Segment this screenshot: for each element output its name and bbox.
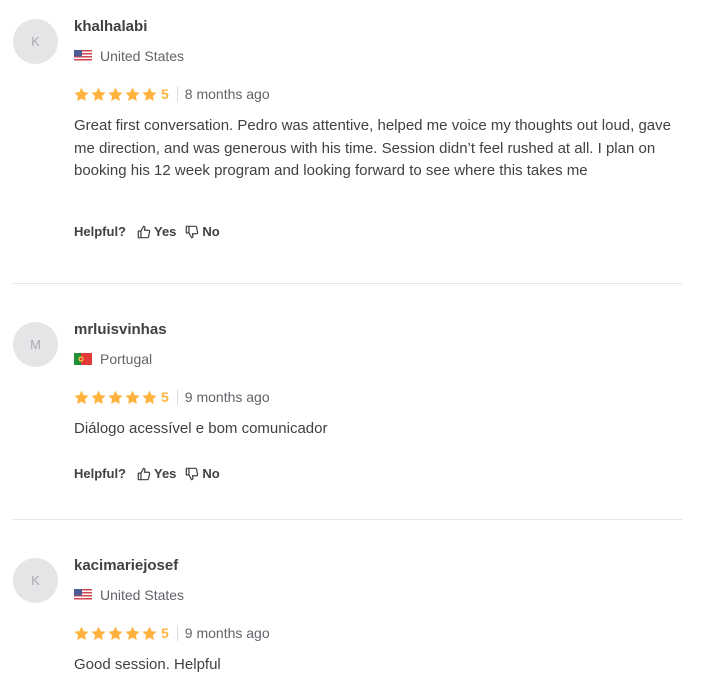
star-rating bbox=[74, 390, 157, 405]
star-icon bbox=[125, 87, 140, 102]
star-icon bbox=[108, 390, 123, 405]
rating-score: 5 bbox=[161, 625, 169, 641]
reviewer-username[interactable]: khalhalabi bbox=[74, 18, 147, 35]
star-icon bbox=[74, 390, 89, 405]
us-flag-icon bbox=[74, 589, 92, 601]
reviewer-country: Portugal bbox=[74, 351, 152, 367]
yes-label: Yes bbox=[154, 224, 177, 239]
review-text: Great first conversation. Pedro was atte… bbox=[74, 117, 671, 179]
avatar[interactable]: M bbox=[13, 322, 58, 367]
helpful-yes-button[interactable]: Yes bbox=[137, 466, 176, 481]
star-rating bbox=[74, 626, 157, 641]
star-icon bbox=[125, 390, 140, 405]
reviews-list: K khalhalabi United States 5 8 months ag… bbox=[0, 0, 706, 687]
review-text: Good session. Helpful bbox=[74, 656, 221, 673]
reviewer-country: United States bbox=[74, 48, 184, 64]
star-icon bbox=[125, 626, 140, 641]
star-icon bbox=[91, 390, 106, 405]
rating-score: 5 bbox=[161, 86, 169, 102]
thumbs-down-icon bbox=[185, 467, 199, 481]
us-flag-icon bbox=[74, 50, 92, 62]
thumbs-down-icon bbox=[185, 225, 199, 239]
rating-score: 5 bbox=[161, 389, 169, 405]
divider bbox=[13, 283, 682, 284]
separator bbox=[176, 389, 178, 405]
reviewer-country: United States bbox=[74, 587, 184, 603]
rating-row: 5 9 months ago bbox=[74, 389, 270, 405]
helpful-label: Helpful? bbox=[74, 466, 126, 481]
star-icon bbox=[108, 87, 123, 102]
star-icon bbox=[142, 87, 157, 102]
separator bbox=[176, 625, 178, 641]
country-name: Portugal bbox=[100, 351, 153, 367]
star-icon bbox=[108, 626, 123, 641]
review-time: 8 months ago bbox=[184, 86, 270, 102]
helpful-controls: Helpful? Yes No bbox=[74, 224, 229, 239]
rating-row: 5 9 months ago bbox=[74, 625, 270, 641]
country-name: United States bbox=[100, 587, 185, 603]
pt-flag-icon bbox=[74, 353, 92, 365]
star-rating bbox=[74, 87, 157, 102]
star-icon bbox=[74, 87, 89, 102]
review-time: 9 months ago bbox=[184, 625, 270, 641]
helpful-controls: Helpful? Yes No bbox=[74, 466, 229, 481]
rating-row: 5 8 months ago bbox=[74, 86, 270, 102]
helpful-no-button[interactable]: No bbox=[185, 466, 220, 481]
thumbs-up-icon bbox=[137, 225, 151, 239]
review-time: 9 months ago bbox=[184, 389, 270, 405]
reviewer-username[interactable]: kacimariejosef bbox=[74, 557, 178, 574]
divider bbox=[13, 519, 682, 520]
star-icon bbox=[91, 87, 106, 102]
star-icon bbox=[91, 626, 106, 641]
avatar[interactable]: K bbox=[13, 19, 58, 64]
yes-label: Yes bbox=[154, 466, 177, 481]
reviewer-username[interactable]: mrluisvinhas bbox=[74, 321, 167, 338]
star-icon bbox=[142, 626, 157, 641]
helpful-yes-button[interactable]: Yes bbox=[137, 224, 176, 239]
separator bbox=[176, 86, 178, 102]
helpful-label: Helpful? bbox=[74, 224, 126, 239]
thumbs-up-icon bbox=[137, 467, 151, 481]
no-label: No bbox=[202, 224, 220, 239]
star-icon bbox=[74, 626, 89, 641]
star-icon bbox=[142, 390, 157, 405]
no-label: No bbox=[202, 466, 220, 481]
helpful-no-button[interactable]: No bbox=[185, 224, 220, 239]
avatar[interactable]: K bbox=[13, 558, 58, 603]
country-name: United States bbox=[100, 48, 185, 64]
review-text: Diálogo acessível e bom comunicador bbox=[74, 420, 328, 437]
